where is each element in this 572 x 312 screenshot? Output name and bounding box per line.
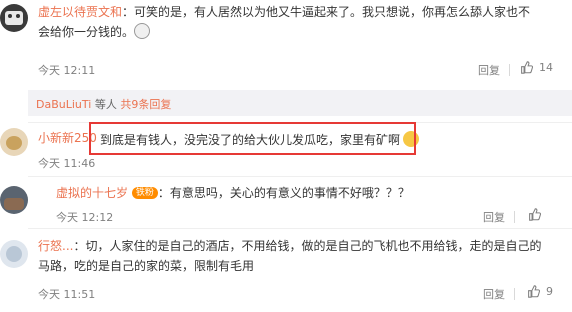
comment-text-line1: ：切，人家住的是自己的酒店，不用给钱，做的是自己的飞机也不用给钱，走的是自己的 — [73, 239, 542, 253]
separator — [509, 64, 510, 76]
fan-badge: 铁粉 — [131, 187, 158, 199]
username[interactable]: 虚拟的十七岁 — [56, 186, 128, 200]
like-button[interactable]: 14 — [520, 61, 553, 74]
comment-text-line1: ：可笑的是，有人居然以为他又牛逼起来了。我只想说，你再怎么舔人家也不 — [122, 5, 531, 19]
sub-reply-user[interactable]: DaBuLiuTi — [36, 98, 91, 111]
timestamp: 今天 11:51 — [38, 288, 96, 301]
comment-text: 行怒...：切，人家住的是自己的酒店，不用给钱，做的是自己的飞机也不用给钱，走的… — [38, 236, 541, 256]
comment-text: 虚左以待贾文和：可笑的是，有人居然以为他又牛逼起来了。我只想说，你再怎么舔人家也… — [38, 2, 530, 22]
divider — [28, 228, 572, 229]
comment-text-line2: 会给你一分钱的。 — [38, 25, 135, 39]
reply-button[interactable]: 回复 — [478, 62, 500, 78]
sub-reply-etc: 等人 — [91, 98, 121, 111]
like-button[interactable]: 9 — [527, 285, 553, 298]
avatar[interactable] — [0, 4, 28, 32]
comment-text-content: ：有意思吗，关心的有意义的事情不好哦？？？ — [157, 186, 410, 200]
sub-reply-total-link[interactable]: 共9条回复 — [120, 98, 171, 111]
username[interactable]: 行怒... — [38, 239, 73, 253]
comment-text-line2-wrap: 会给你一分钱的。 — [38, 22, 151, 42]
timestamp: 今天 12:12 — [56, 211, 114, 224]
like-count: 9 — [546, 285, 553, 298]
sub-replies[interactable]: DaBuLiuTi 等人 共9条回复 — [28, 90, 572, 116]
thumbs-up-icon — [528, 285, 540, 298]
avatar[interactable] — [0, 240, 28, 268]
thumbs-up-icon — [521, 61, 533, 74]
separator — [514, 288, 515, 300]
sub-replies-summary: DaBuLiuTi 等人 共9条回复 — [36, 96, 171, 112]
reply-button[interactable]: 回复 — [483, 286, 505, 302]
avatar[interactable] — [0, 128, 28, 156]
timestamp: 今天 11:46 — [38, 157, 96, 170]
divider — [28, 176, 572, 177]
highlight-box — [89, 122, 416, 155]
avatar[interactable] — [0, 186, 28, 214]
comment-text-line2: 马路，吃的是自己的家的菜，限制有毛用 — [38, 259, 255, 273]
comment-text: 虚拟的十七岁 铁粉 ：有意思吗，关心的有意义的事情不好哦？？？ — [56, 183, 410, 203]
emoji-icon — [134, 23, 151, 39]
like-count: 14 — [539, 61, 553, 74]
reply-button[interactable]: 回复 — [483, 209, 505, 225]
separator — [514, 211, 515, 223]
thumbs-up-icon — [529, 208, 541, 221]
like-button[interactable] — [528, 208, 541, 221]
username[interactable]: 虚左以待贾文和 — [38, 5, 122, 19]
timestamp: 今天 12:11 — [38, 64, 96, 77]
